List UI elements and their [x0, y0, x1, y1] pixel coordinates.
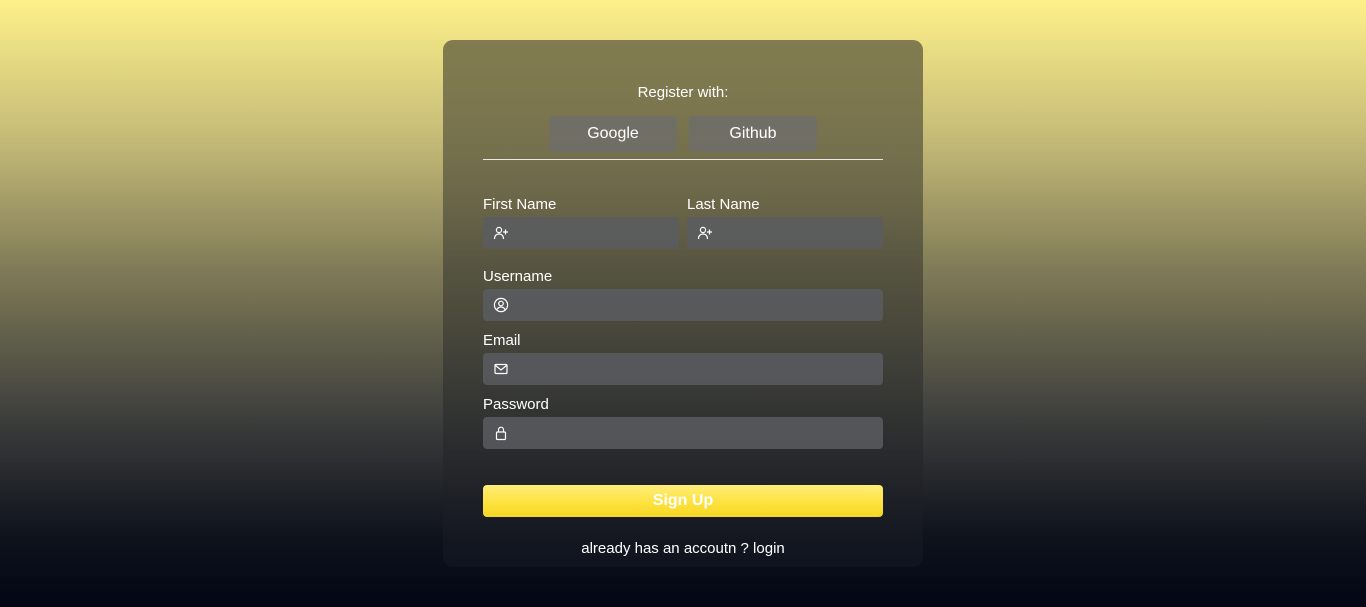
password-field[interactable] [483, 416, 883, 450]
login-link[interactable]: login [753, 540, 785, 557]
lock-icon [493, 425, 509, 441]
username-input[interactable] [509, 288, 883, 322]
last-name-field[interactable] [687, 216, 904, 250]
password-label: Password [483, 396, 549, 413]
user-plus-icon [493, 225, 509, 241]
email-input[interactable] [509, 352, 883, 386]
register-card: Register with: Google Github First Name … [443, 40, 923, 567]
google-button[interactable]: Google [549, 116, 677, 152]
password-input[interactable] [509, 416, 883, 450]
first-name-label: First Name [483, 196, 557, 213]
first-name-field[interactable] [483, 216, 700, 250]
username-field[interactable] [483, 288, 883, 322]
login-prompt: already has an accoutn ? login [443, 540, 923, 557]
user-plus-icon [697, 225, 713, 241]
github-button[interactable]: Github [689, 116, 817, 152]
login-prompt-text: already has an accoutn ? [581, 540, 754, 557]
email-label: Email [483, 332, 521, 349]
divider [483, 159, 883, 160]
last-name-input[interactable] [713, 216, 904, 250]
last-name-label: Last Name [687, 196, 760, 213]
sign-up-button[interactable]: Sign Up [483, 485, 883, 517]
user-circle-icon [493, 297, 509, 313]
first-name-input[interactable] [509, 216, 700, 250]
email-field[interactable] [483, 352, 883, 386]
mail-icon [493, 361, 509, 377]
register-with-label: Register with: [637, 84, 729, 101]
username-label: Username [483, 268, 553, 285]
